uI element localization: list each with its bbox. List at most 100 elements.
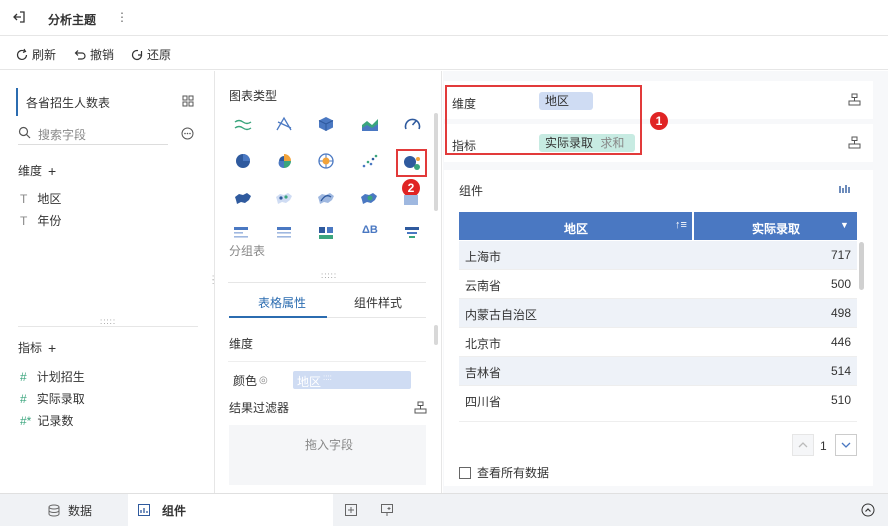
dataset-selector[interactable]: 各省招生人数表 <box>16 88 198 116</box>
table-row[interactable]: 内蒙古自治区 498 <box>459 299 857 328</box>
color-setting: 颜色 ◎ <box>233 372 268 389</box>
cell-region: 内蒙古自治区 <box>465 308 538 322</box>
prev-page-button[interactable] <box>792 434 814 456</box>
redo-button[interactable]: 还原 <box>130 46 171 63</box>
text-type-icon: T <box>20 191 28 206</box>
table-row[interactable]: 北京市 446 <box>459 328 857 357</box>
tab-data[interactable]: 数据 <box>48 502 92 519</box>
gauge-icon[interactable] <box>404 116 421 132</box>
metric-settings-icon[interactable] <box>848 136 861 149</box>
bubble-chart-option[interactable] <box>396 149 427 177</box>
help-icon[interactable]: ◎ <box>259 375 268 386</box>
add-component-icon[interactable] <box>345 504 357 516</box>
flow-map-icon[interactable] <box>316 191 336 207</box>
area-chart-icon[interactable] <box>361 117 379 132</box>
line-chart-icon[interactable] <box>234 118 252 132</box>
map-area-icon[interactable] <box>403 192 419 206</box>
rose-chart-icon[interactable] <box>276 153 292 169</box>
next-page-button[interactable] <box>835 434 857 456</box>
chart-settings-icon[interactable] <box>839 184 851 194</box>
add-metric-icon[interactable]: + <box>48 340 56 356</box>
view-all-checkbox[interactable] <box>459 466 471 479</box>
annotation-badge-1: 1 <box>650 112 668 130</box>
kpi-icon[interactable]: ΔB <box>362 224 378 236</box>
dimension-settings-icon[interactable] <box>848 93 861 106</box>
table-row[interactable]: 上海市 717 <box>459 241 857 270</box>
more-menu-icon[interactable]: ⋮ <box>116 10 128 24</box>
more-options-icon[interactable] <box>181 127 194 140</box>
dimension-section-header: 维度 + <box>18 162 56 179</box>
collapse-up-icon[interactable] <box>861 503 875 517</box>
view-all-label: 查看所有数据 <box>477 466 550 480</box>
number-type-icon: # <box>20 369 27 384</box>
switch-dataset-icon[interactable] <box>182 95 194 107</box>
sort-icon[interactable]: ↑≡ <box>675 219 687 231</box>
filter-structure-icon[interactable] <box>414 401 427 414</box>
heat-map-icon[interactable] <box>359 191 379 207</box>
add-dimension-icon[interactable]: + <box>48 163 56 179</box>
panel-splitter[interactable]: :: <box>212 274 214 286</box>
cell-region: 吉林省 <box>465 366 502 380</box>
column-header-actual[interactable]: 实际录取 ▼ <box>694 212 857 240</box>
point-map-icon[interactable] <box>274 191 294 207</box>
field-item[interactable]: T 地区 <box>20 190 61 207</box>
dimension-label: 维度 <box>18 164 43 178</box>
cell-region: 云南省 <box>465 279 502 293</box>
field-item[interactable]: # 计划招生 <box>20 368 85 385</box>
filter-drop-zone[interactable]: 拖入字段 <box>229 425 426 485</box>
field-item[interactable]: T 年份 <box>20 212 61 229</box>
tab-table-properties[interactable]: 表格属性 <box>258 294 306 311</box>
pie-chart-icon[interactable] <box>235 153 251 169</box>
3d-box-icon[interactable] <box>318 116 334 132</box>
cell-value: 446 <box>830 335 851 349</box>
page-title: 分析主题 <box>48 13 97 27</box>
detail-table-icon[interactable] <box>276 226 292 240</box>
refresh-button[interactable]: 刷新 <box>15 46 56 63</box>
cell-value: 514 <box>830 364 851 378</box>
field-name: 记录数 <box>37 414 74 428</box>
tab-component-style[interactable]: 组件样式 <box>354 294 402 311</box>
view-all-data[interactable]: 查看所有数据 <box>459 464 549 481</box>
annotation-box-1: 维度 地区 指标 实际录取 求和 <box>445 85 642 155</box>
undo-button[interactable]: 撤销 <box>73 46 114 63</box>
search-icon <box>18 126 31 139</box>
result-filter-label: 结果过滤器 <box>229 401 290 415</box>
tab-component[interactable]: 组件 <box>128 494 333 526</box>
redo-label: 还原 <box>147 48 172 62</box>
table-row[interactable]: 四川省 510 <box>459 386 857 422</box>
back-icon[interactable] <box>12 10 26 24</box>
chart-type-scrollbar[interactable] <box>434 113 438 211</box>
scatter-chart-icon[interactable] <box>362 154 378 168</box>
page-number: 1 <box>820 439 827 453</box>
table-row[interactable]: 吉林省 514 <box>459 357 857 386</box>
dropdown-icon[interactable]: ▼ <box>840 220 849 230</box>
chart-type-label: 图表类型 <box>229 89 278 103</box>
dimension-chip[interactable]: 地区 <box>539 92 593 110</box>
radar-chart-icon[interactable] <box>318 153 334 169</box>
table-row[interactable]: 云南省 500 <box>459 270 857 299</box>
field-item[interactable]: # 实际录取 <box>20 390 85 407</box>
scatter-line-icon[interactable] <box>275 116 293 132</box>
cell-value: 498 <box>830 306 851 320</box>
redo-icon <box>131 49 143 60</box>
undo-label: 撤销 <box>90 48 115 62</box>
add-dashboard-icon[interactable] <box>381 504 393 516</box>
props-scrollbar[interactable] <box>434 325 438 345</box>
color-field-drop[interactable]: 地区 :::: <box>293 371 411 389</box>
column-header-region[interactable]: 地区 ↑≡ <box>459 212 693 240</box>
map-icon[interactable] <box>233 191 253 207</box>
active-tab-indicator <box>229 316 327 318</box>
resize-handle[interactable]: ::::: <box>321 271 337 280</box>
search-field[interactable]: 搜索字段 <box>18 123 168 145</box>
refresh-label: 刷新 <box>32 48 57 62</box>
table-scrollbar[interactable] <box>859 242 864 290</box>
resize-handle[interactable]: ::::: <box>100 317 116 326</box>
metric-chip[interactable]: 实际录取 求和 <box>539 134 635 152</box>
field-name: 年份 <box>37 214 62 228</box>
funnel-icon[interactable] <box>404 226 420 240</box>
calculated-number-icon: #* <box>20 413 32 428</box>
search-input[interactable]: 搜索字段 <box>38 126 86 143</box>
group-table-icon[interactable] <box>233 226 249 240</box>
cross-table-icon[interactable] <box>318 226 334 240</box>
field-item[interactable]: #* 记录数 <box>20 412 73 429</box>
